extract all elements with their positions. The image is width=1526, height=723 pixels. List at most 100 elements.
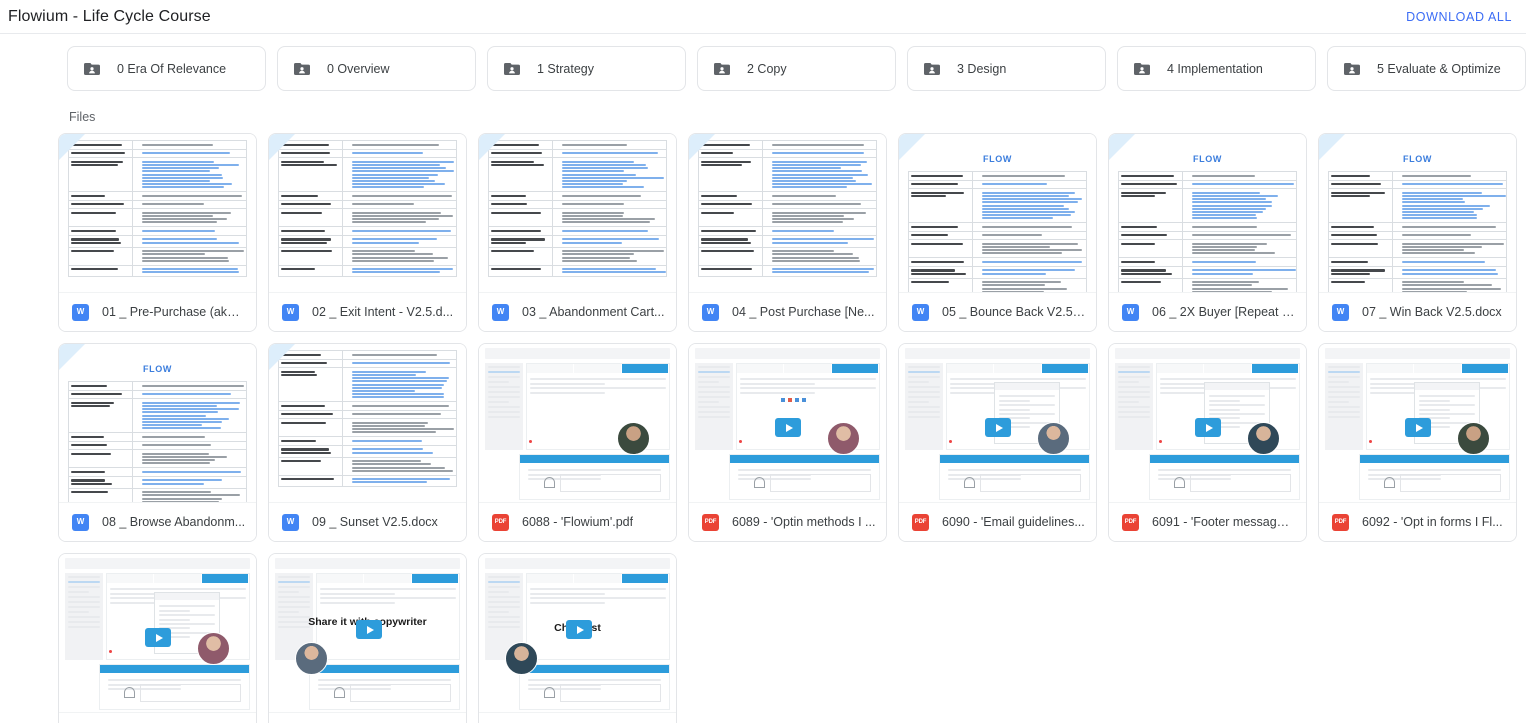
- play-button-overlay[interactable]: [145, 628, 171, 647]
- word-file-icon: W: [282, 304, 299, 321]
- file-thumbnail: [269, 134, 466, 293]
- word-file-icon: W: [702, 304, 719, 321]
- folder-chip-label: 5 Evaluate & Optimize: [1377, 62, 1501, 76]
- file-card[interactable]: PDF: [58, 553, 257, 723]
- video-preview: [59, 554, 256, 712]
- page-fold-decoration: [689, 134, 715, 160]
- file-card[interactable]: Share it with copywriterPDF: [268, 553, 467, 723]
- document-preview: FLOW: [899, 134, 1096, 292]
- presenter-avatar: [1037, 422, 1070, 455]
- file-card[interactable]: PDF 6090 - 'Email guidelines...: [898, 343, 1097, 542]
- presenter-avatar: [505, 642, 538, 675]
- document-preview: FLOW: [1109, 134, 1306, 292]
- file-name: 05 _ Bounce Back V2.5....: [942, 305, 1086, 319]
- folder-chip-0[interactable]: 0 Era Of Relevance: [67, 46, 266, 91]
- file-card[interactable]: PDF 6088 - 'Flowium'.pdf: [478, 343, 677, 542]
- page-fold-decoration: [479, 134, 505, 160]
- presenter-avatar: [295, 642, 328, 675]
- file-thumbnail: [899, 344, 1096, 503]
- play-button-overlay[interactable]: [356, 620, 382, 639]
- file-footer: W 05 _ Bounce Back V2.5....: [899, 293, 1096, 331]
- folder-chip-strip: 0 Era Of Relevance 0 Overview 1 Strategy 2 …: [0, 34, 1526, 91]
- presenter-avatar: [827, 422, 860, 455]
- app-header: Flowium - Life Cycle Course DOWNLOAD ALL: [0, 0, 1526, 33]
- file-card[interactable]: W 04 _ Post Purchase [Ne...: [688, 133, 887, 332]
- video-preview: Checklist: [479, 554, 676, 712]
- page-fold-decoration: [1319, 134, 1345, 160]
- folder-chip-5[interactable]: 4 Implementation: [1117, 46, 1316, 91]
- file-card[interactable]: W 03 _ Abandonment Cart...: [478, 133, 677, 332]
- file-name: 6089 - 'Optin methods I ...: [732, 515, 875, 529]
- play-button-overlay[interactable]: [985, 418, 1011, 437]
- file-name: 09 _ Sunset V2.5.docx: [312, 515, 438, 529]
- file-card[interactable]: PDF 6089 - 'Optin methods I ...: [688, 343, 887, 542]
- file-card[interactable]: W 01 _ Pre-Purchase (aka ...: [58, 133, 257, 332]
- file-card[interactable]: FLOW W 06 _ 2X Buyer [Repeat C...: [1108, 133, 1307, 332]
- file-thumbnail: [269, 344, 466, 503]
- document-preview: FLOW: [59, 344, 256, 502]
- word-file-icon: W: [72, 304, 89, 321]
- folder-chip-4[interactable]: 3 Design: [907, 46, 1106, 91]
- file-footer: W 07 _ Win Back V2.5.docx: [1319, 293, 1516, 331]
- play-button-overlay[interactable]: [775, 418, 801, 437]
- file-footer: PDF: [269, 713, 466, 723]
- file-card[interactable]: FLOW W 08 _ Browse Abandonm...: [58, 343, 257, 542]
- file-card[interactable]: W 09 _ Sunset V2.5.docx: [268, 343, 467, 542]
- folder-chip-label: 4 Implementation: [1167, 62, 1263, 76]
- shared-folder-icon: [84, 62, 100, 76]
- file-footer: W 02 _ Exit Intent - V2.5.d...: [269, 293, 466, 331]
- file-footer: W 04 _ Post Purchase [Ne...: [689, 293, 886, 331]
- file-footer: PDF 6089 - 'Optin methods I ...: [689, 503, 886, 541]
- inner-toolbar-preview: [767, 398, 819, 420]
- folder-chip-label: 1 Strategy: [537, 62, 594, 76]
- folder-chip-label: 2 Copy: [747, 62, 787, 76]
- pdf-file-icon: PDF: [1122, 514, 1139, 531]
- file-name: 06 _ 2X Buyer [Repeat C...: [1152, 305, 1296, 319]
- file-card[interactable]: FLOW W 05 _ Bounce Back V2.5....: [898, 133, 1097, 332]
- file-footer: PDF 6090 - 'Email guidelines...: [899, 503, 1096, 541]
- presenter-avatar: [1457, 422, 1490, 455]
- folder-chip-2[interactable]: 1 Strategy: [487, 46, 686, 91]
- file-card[interactable]: PDF 6091 - 'Footer message ...: [1108, 343, 1307, 542]
- file-footer: W 06 _ 2X Buyer [Repeat C...: [1109, 293, 1306, 331]
- file-footer: W 08 _ Browse Abandonm...: [59, 503, 256, 541]
- folder-chip-1[interactable]: 0 Overview: [277, 46, 476, 91]
- document-preview: [269, 344, 466, 502]
- file-card[interactable]: ChecklistPDF: [478, 553, 677, 723]
- file-card[interactable]: PDF 6092 - 'Opt in forms I Fl...: [1318, 343, 1517, 542]
- download-all-button[interactable]: DOWNLOAD ALL: [1406, 10, 1512, 24]
- page-fold-decoration: [269, 134, 295, 160]
- play-button-overlay[interactable]: [566, 620, 592, 639]
- folder-chip-6[interactable]: 5 Evaluate & Optimize: [1327, 46, 1526, 91]
- video-preview: [479, 344, 676, 502]
- folder-chip-label: 3 Design: [957, 62, 1006, 76]
- shared-folder-icon: [504, 62, 520, 76]
- file-thumbnail: [1109, 344, 1306, 503]
- thumb-flow-title: FLOW: [1118, 154, 1297, 164]
- file-name: 03 _ Abandonment Cart...: [522, 305, 664, 319]
- files-section-heading: Files: [0, 91, 1526, 133]
- presenter-avatar: [197, 632, 230, 665]
- file-thumbnail: FLOW: [1319, 134, 1516, 293]
- file-footer: W 01 _ Pre-Purchase (aka ...: [59, 293, 256, 331]
- file-grid: W 01 _ Pre-Purchase (aka ... W 02 _ Exit In…: [0, 133, 1526, 723]
- file-thumbnail: [59, 554, 256, 713]
- document-preview: [479, 134, 676, 292]
- pdf-file-icon: PDF: [702, 514, 719, 531]
- presenter-avatar: [1247, 422, 1280, 455]
- play-button-overlay[interactable]: [1195, 418, 1221, 437]
- file-footer: W 03 _ Abandonment Cart...: [479, 293, 676, 331]
- file-thumbnail: [1319, 344, 1516, 503]
- folder-chip-3[interactable]: 2 Copy: [697, 46, 896, 91]
- file-card[interactable]: W 02 _ Exit Intent - V2.5.d...: [268, 133, 467, 332]
- pdf-file-icon: PDF: [912, 514, 929, 531]
- thumb-flow-title: FLOW: [908, 154, 1087, 164]
- file-card[interactable]: FLOW W 07 _ Win Back V2.5.docx: [1318, 133, 1517, 332]
- play-button-overlay[interactable]: [1405, 418, 1431, 437]
- file-name: 6091 - 'Footer message ...: [1152, 515, 1296, 529]
- video-preview: Share it with copywriter: [269, 554, 466, 712]
- file-footer: PDF: [59, 713, 256, 723]
- folder-chip-label: 0 Era Of Relevance: [117, 62, 226, 76]
- word-file-icon: W: [282, 514, 299, 531]
- word-file-icon: W: [1332, 304, 1349, 321]
